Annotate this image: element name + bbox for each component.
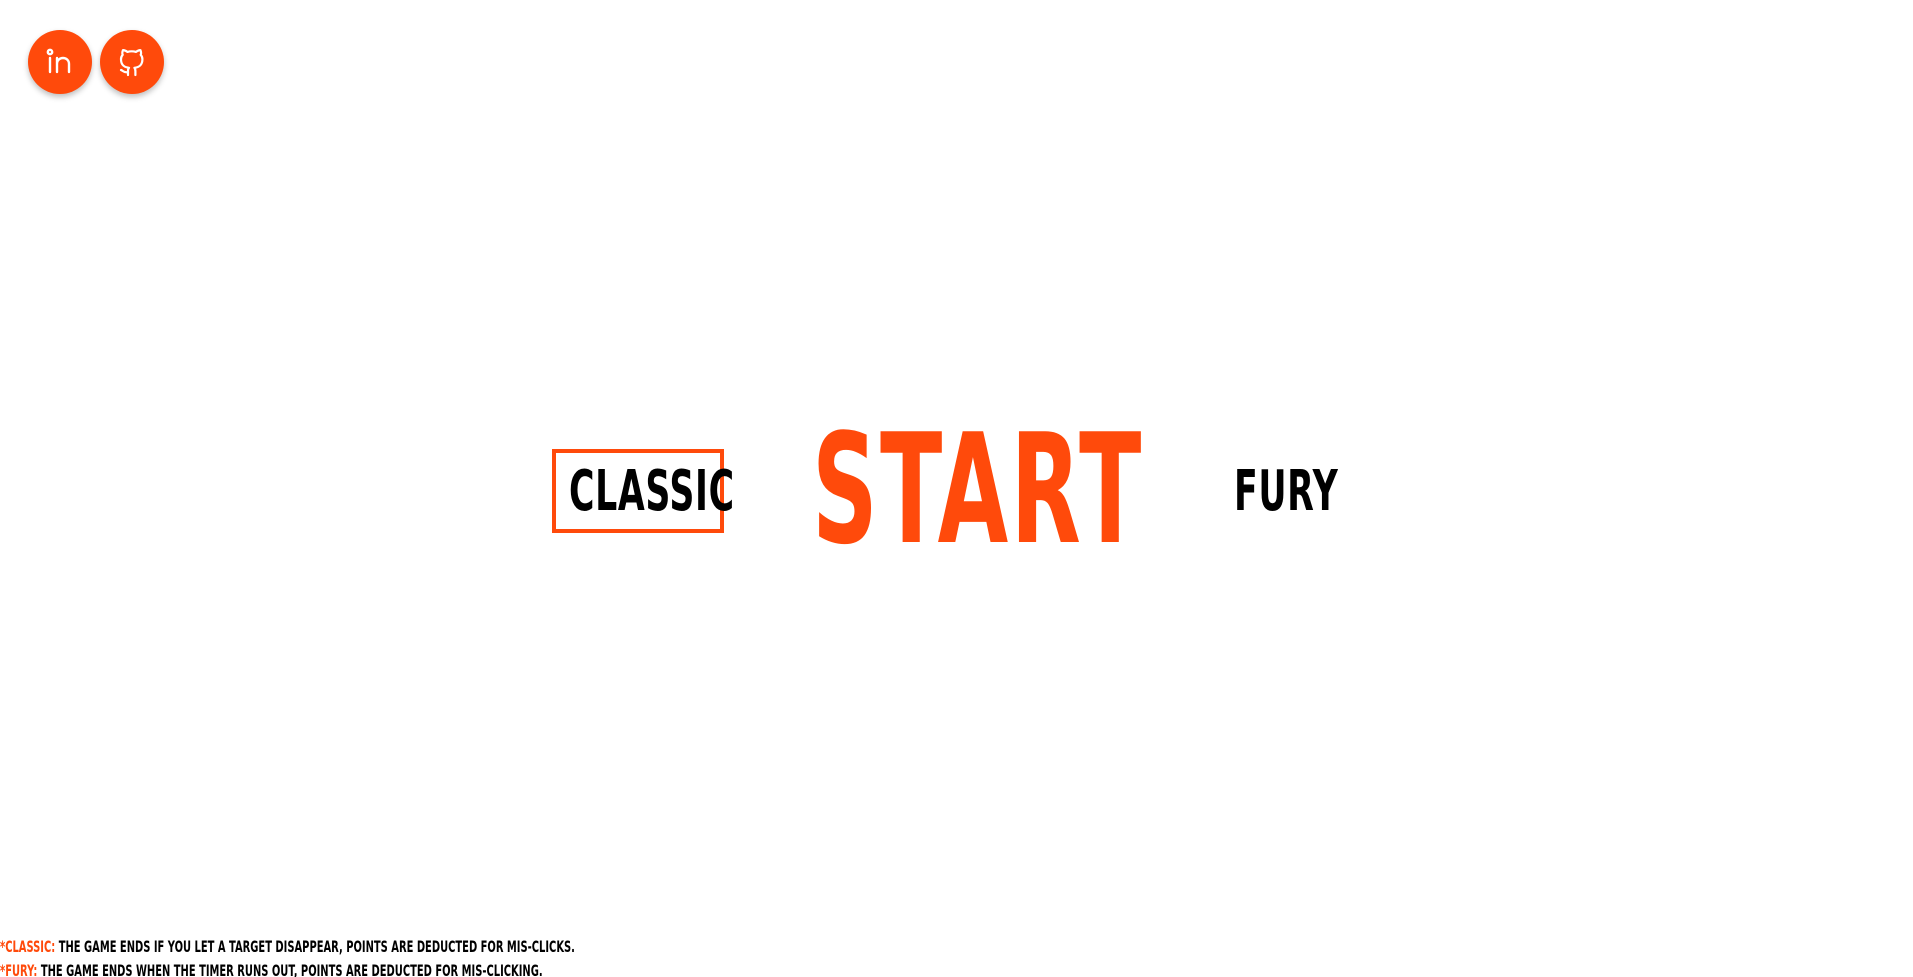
classic-description: *CLASSIC: THE GAME ENDS IF YOU LET A TAR… bbox=[0, 935, 620, 959]
github-button[interactable] bbox=[100, 30, 164, 94]
classic-description-tag: *CLASSIC: bbox=[0, 937, 56, 956]
fury-description-text: THE GAME ENDS WHEN THE TIMER RUNS OUT, P… bbox=[37, 961, 543, 977]
fury-description-tag: *FURY: bbox=[0, 961, 38, 977]
linkedin-button[interactable] bbox=[28, 30, 92, 94]
classic-description-text: THE GAME ENDS IF YOU LET A TARGET DISAPP… bbox=[55, 937, 575, 956]
social-links bbox=[28, 30, 164, 94]
mode-selector: CLASSIC START FURY bbox=[0, 414, 1913, 566]
fury-description: *FURY: THE GAME ENDS WHEN THE TIMER RUNS… bbox=[0, 959, 620, 977]
game-menu-page: CLASSIC START FURY *CLASSIC: THE GAME EN… bbox=[0, 0, 1913, 977]
fury-mode-button[interactable]: FURY bbox=[1234, 460, 1338, 524]
linkedin-icon bbox=[46, 48, 71, 74]
github-icon bbox=[119, 49, 144, 77]
start-button[interactable]: START bbox=[812, 414, 1144, 566]
mode-descriptions: *CLASSIC: THE GAME ENDS IF YOU LET A TAR… bbox=[0, 935, 1000, 977]
classic-mode-button[interactable]: CLASSIC bbox=[569, 460, 735, 524]
